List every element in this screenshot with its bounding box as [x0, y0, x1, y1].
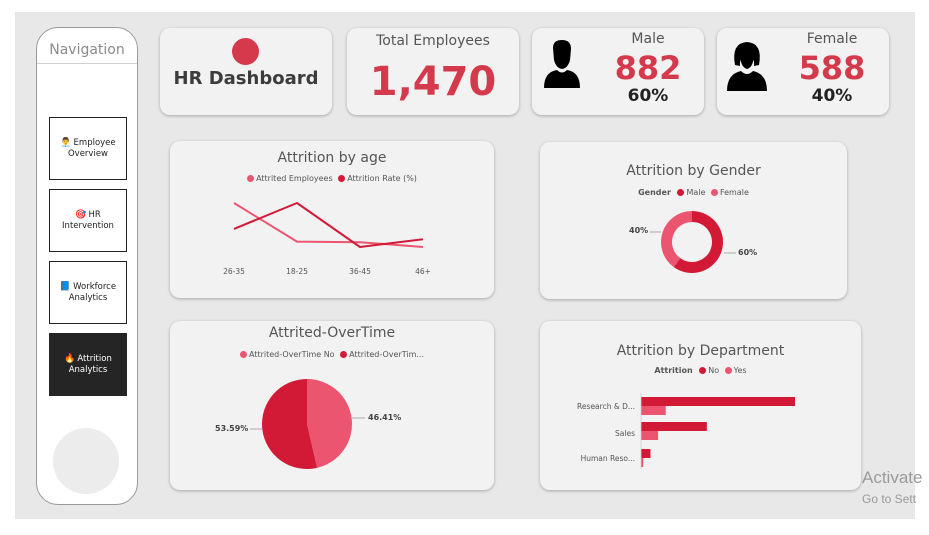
bar-no-3: [641, 449, 651, 458]
page-title: HR Dashboard: [173, 68, 319, 89]
data-label-male: 60%: [738, 248, 758, 257]
data-label-yes: 46.41%: [368, 413, 402, 422]
book-icon: 📘: [59, 281, 72, 292]
chart-attrition-by-gender: Attrition by Gender Gender Male Female 4…: [540, 142, 847, 299]
nav-label: Attrition Analytics: [68, 353, 112, 375]
target-icon: 🎯: [75, 209, 87, 220]
donut-chart-plot: [650, 211, 736, 273]
x-axis-label-4: 46+: [415, 267, 431, 276]
watermark-line-1: Activate: [862, 468, 923, 487]
kpi-value: 588: [798, 49, 866, 87]
kpi-percent: 60%: [627, 86, 669, 106]
bar-no-2: [641, 422, 707, 431]
navigation-divider: [37, 63, 137, 64]
bar-no-1: [641, 397, 795, 406]
nav-label: Employee Overview: [67, 137, 116, 159]
male-icon: [544, 40, 580, 88]
logo-dot: [232, 38, 259, 65]
kpi-label: Total Employees: [376, 33, 490, 49]
nav-label: HR Intervention: [62, 209, 114, 231]
kpi-female: Female 588 40%: [717, 28, 889, 115]
chart-attrition-by-department: Attrition by Department Attrition No Yes…: [540, 321, 861, 490]
employee-icon: 👨‍💼: [60, 137, 72, 148]
bar-yes-2: [641, 431, 659, 440]
nav-button-employee-overview[interactable]: 👨‍💼 Employee Overview: [49, 117, 127, 180]
kpi-total-employees: Total Employees 1,470: [347, 28, 519, 115]
watermark-line-2: Go to Sett: [862, 492, 917, 506]
nav-button-attrition-analytics[interactable]: 🔥 Attrition Analytics: [49, 333, 127, 396]
x-axis-label-2: 18-25: [286, 267, 308, 276]
nav-button-hr-intervention[interactable]: 🎯 HR Intervention: [49, 189, 127, 252]
kpi-label: Female: [806, 31, 858, 47]
kpi-label: Male: [631, 31, 665, 47]
data-label-no: 53.59%: [215, 424, 249, 433]
donut-slice-female: [661, 211, 692, 268]
kpi-male: Male 882 60%: [532, 28, 704, 115]
category-label: Research & D...: [577, 402, 635, 411]
x-axis-label-3: 36-45: [349, 267, 371, 276]
fire-icon: 🔥: [64, 353, 76, 364]
bar-yes-1: [641, 406, 666, 415]
navigation-panel: Navigation 👨‍💼 Employee Overview 🎯 HR Inte…: [36, 27, 138, 505]
kpi-percent: 40%: [811, 86, 853, 106]
data-label-female: 40%: [629, 226, 649, 235]
category-label: Human Reso...: [580, 454, 635, 463]
x-axis-label-1: 26-35: [223, 267, 245, 276]
pie-chart-plot: [250, 379, 365, 469]
header-card: HR Dashboard: [160, 28, 332, 115]
navigation-title: Navigation: [49, 42, 125, 58]
avatar-placeholder: [53, 428, 119, 494]
nav-label: Workforce Analytics: [68, 281, 117, 303]
chart-attrited-overtime: Attrited-OverTime Attrited-OverTime No A…: [170, 321, 494, 490]
kpi-value: 1,470: [369, 59, 497, 105]
nav-button-workforce-analytics[interactable]: 📘 Workforce Analytics: [49, 261, 127, 324]
category-label: Sales: [615, 429, 635, 438]
series-line-2: [233, 202, 424, 248]
chart-attrition-by-age: Attrition by age Attrited Employees Attr…: [170, 141, 494, 298]
female-icon: [727, 42, 767, 91]
kpi-value: 882: [614, 49, 682, 87]
